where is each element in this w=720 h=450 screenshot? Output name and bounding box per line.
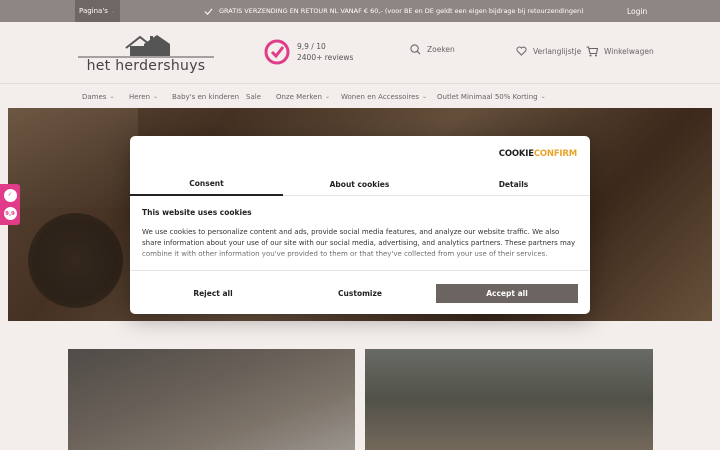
nav-item-heren[interactable]: Heren ⌄ [129, 84, 158, 109]
nav-label: Outlet Minimaal 50% Korting [437, 92, 538, 101]
logo-part1: COOKIE [498, 149, 534, 159]
cart-icon [586, 46, 598, 57]
nav-item-living[interactable]: Wonen en Accessoires ⌄ [341, 84, 427, 109]
chevron-down-icon: ⌄ [422, 93, 428, 100]
chevron-down-icon: ⌄ [324, 93, 330, 100]
nav-item-brands[interactable]: Onze Merken ⌄ [276, 84, 330, 109]
text-fade [130, 248, 590, 268]
logo-text: het herdershuys [86, 58, 206, 74]
side-rating-badge[interactable]: ✓ 9,9 [0, 184, 20, 225]
accept-all-button[interactable]: Accept all [436, 284, 578, 303]
nav-label: Dames [82, 92, 107, 101]
card-overlay [68, 349, 355, 450]
category-card-slippers[interactable] [68, 349, 355, 450]
heart-icon [516, 46, 527, 56]
rating-score: 9,9 / 10 [297, 42, 326, 51]
customize-button[interactable]: Customize [289, 284, 431, 303]
kiyoh-rating-icon [264, 39, 290, 65]
nav-label: Wonen en Accessoires [341, 92, 420, 101]
cart-label: Winkelwagen [604, 47, 654, 56]
wishlist-label: Verlanglijstje [533, 46, 582, 56]
promo-text: GRATIS VERZENDING EN RETOUR NL VANAF € 6… [219, 7, 584, 15]
side-rating-score: 9,9 [3, 207, 17, 221]
pages-label: Pagina's [79, 7, 108, 15]
chevron-down-icon: ⌄ [109, 93, 115, 100]
tab-about-cookies[interactable]: About cookies [283, 172, 436, 196]
tab-details[interactable]: Details [437, 172, 590, 196]
logo-part2: CONFIRM [533, 149, 577, 159]
dialog-tabs: Consent About cookies Details [130, 172, 590, 196]
dialog-buttons: Reject all Customize Accept all [130, 270, 590, 314]
chevron-down-icon: ⌄ [540, 93, 546, 100]
dialog-header: COOKIE CONFIRM [130, 136, 590, 172]
category-card-woman[interactable] [365, 349, 653, 450]
house-logo-icon [78, 35, 214, 58]
nav-item-sale[interactable]: Sale [246, 84, 261, 109]
rating-reviews: 2400+ reviews [297, 53, 354, 62]
reject-all-button[interactable]: Reject all [142, 284, 284, 303]
check-icon [204, 7, 213, 15]
search-icon [410, 44, 421, 55]
cookie-consent-dialog: COOKIE CONFIRM Consent About cookies Deta… [130, 136, 590, 314]
promo-banner: GRATIS VERZENDING EN RETOUR NL VANAF € 6… [204, 0, 584, 22]
main-nav: Dames ⌄ Heren ⌄ Baby's en kinderen Sale On… [0, 83, 720, 108]
nav-item-outlet[interactable]: Outlet Minimaal 50% Korting ⌄ [437, 84, 546, 109]
cookieconfirm-logo: COOKIE CONFIRM [499, 149, 577, 159]
nav-item-kids[interactable]: Baby's en kinderen [172, 84, 239, 109]
nav-label: Baby's en kinderen [172, 92, 240, 101]
chevron-down-icon: ⌄ [153, 93, 159, 100]
wishlist-link[interactable]: Verlanglijstje [516, 46, 581, 56]
nav-label: Onze Merken [276, 92, 322, 101]
nav-label: Sale [246, 92, 261, 101]
top-bar: Pagina's ⌄ GRATIS VERZENDING EN RETOUR N… [0, 0, 720, 22]
nav-label: Heren [129, 92, 151, 101]
kiyoh-check-icon: ✓ [3, 188, 17, 202]
rating-widget[interactable]: 9,9 / 10 2400+ reviews [264, 39, 353, 65]
pages-dropdown[interactable]: Pagina's ⌄ [75, 0, 120, 22]
dialog-heading: This website uses cookies [142, 208, 252, 217]
site-logo[interactable]: het herdershuys [78, 32, 214, 76]
nav-item-dames[interactable]: Dames ⌄ [82, 84, 114, 109]
login-link[interactable]: Login [627, 0, 647, 22]
search-button[interactable]: Zoeken [410, 44, 455, 55]
cart-link[interactable]: Winkelwagen [586, 46, 654, 57]
site-header: het herdershuys 9,9 / 10 2400+ reviews Z… [0, 22, 720, 82]
search-label: Zoeken [427, 45, 455, 54]
chevron-down-icon: ⌄ [110, 7, 116, 15]
tab-consent[interactable]: Consent [130, 172, 283, 196]
card-overlay [365, 349, 653, 450]
